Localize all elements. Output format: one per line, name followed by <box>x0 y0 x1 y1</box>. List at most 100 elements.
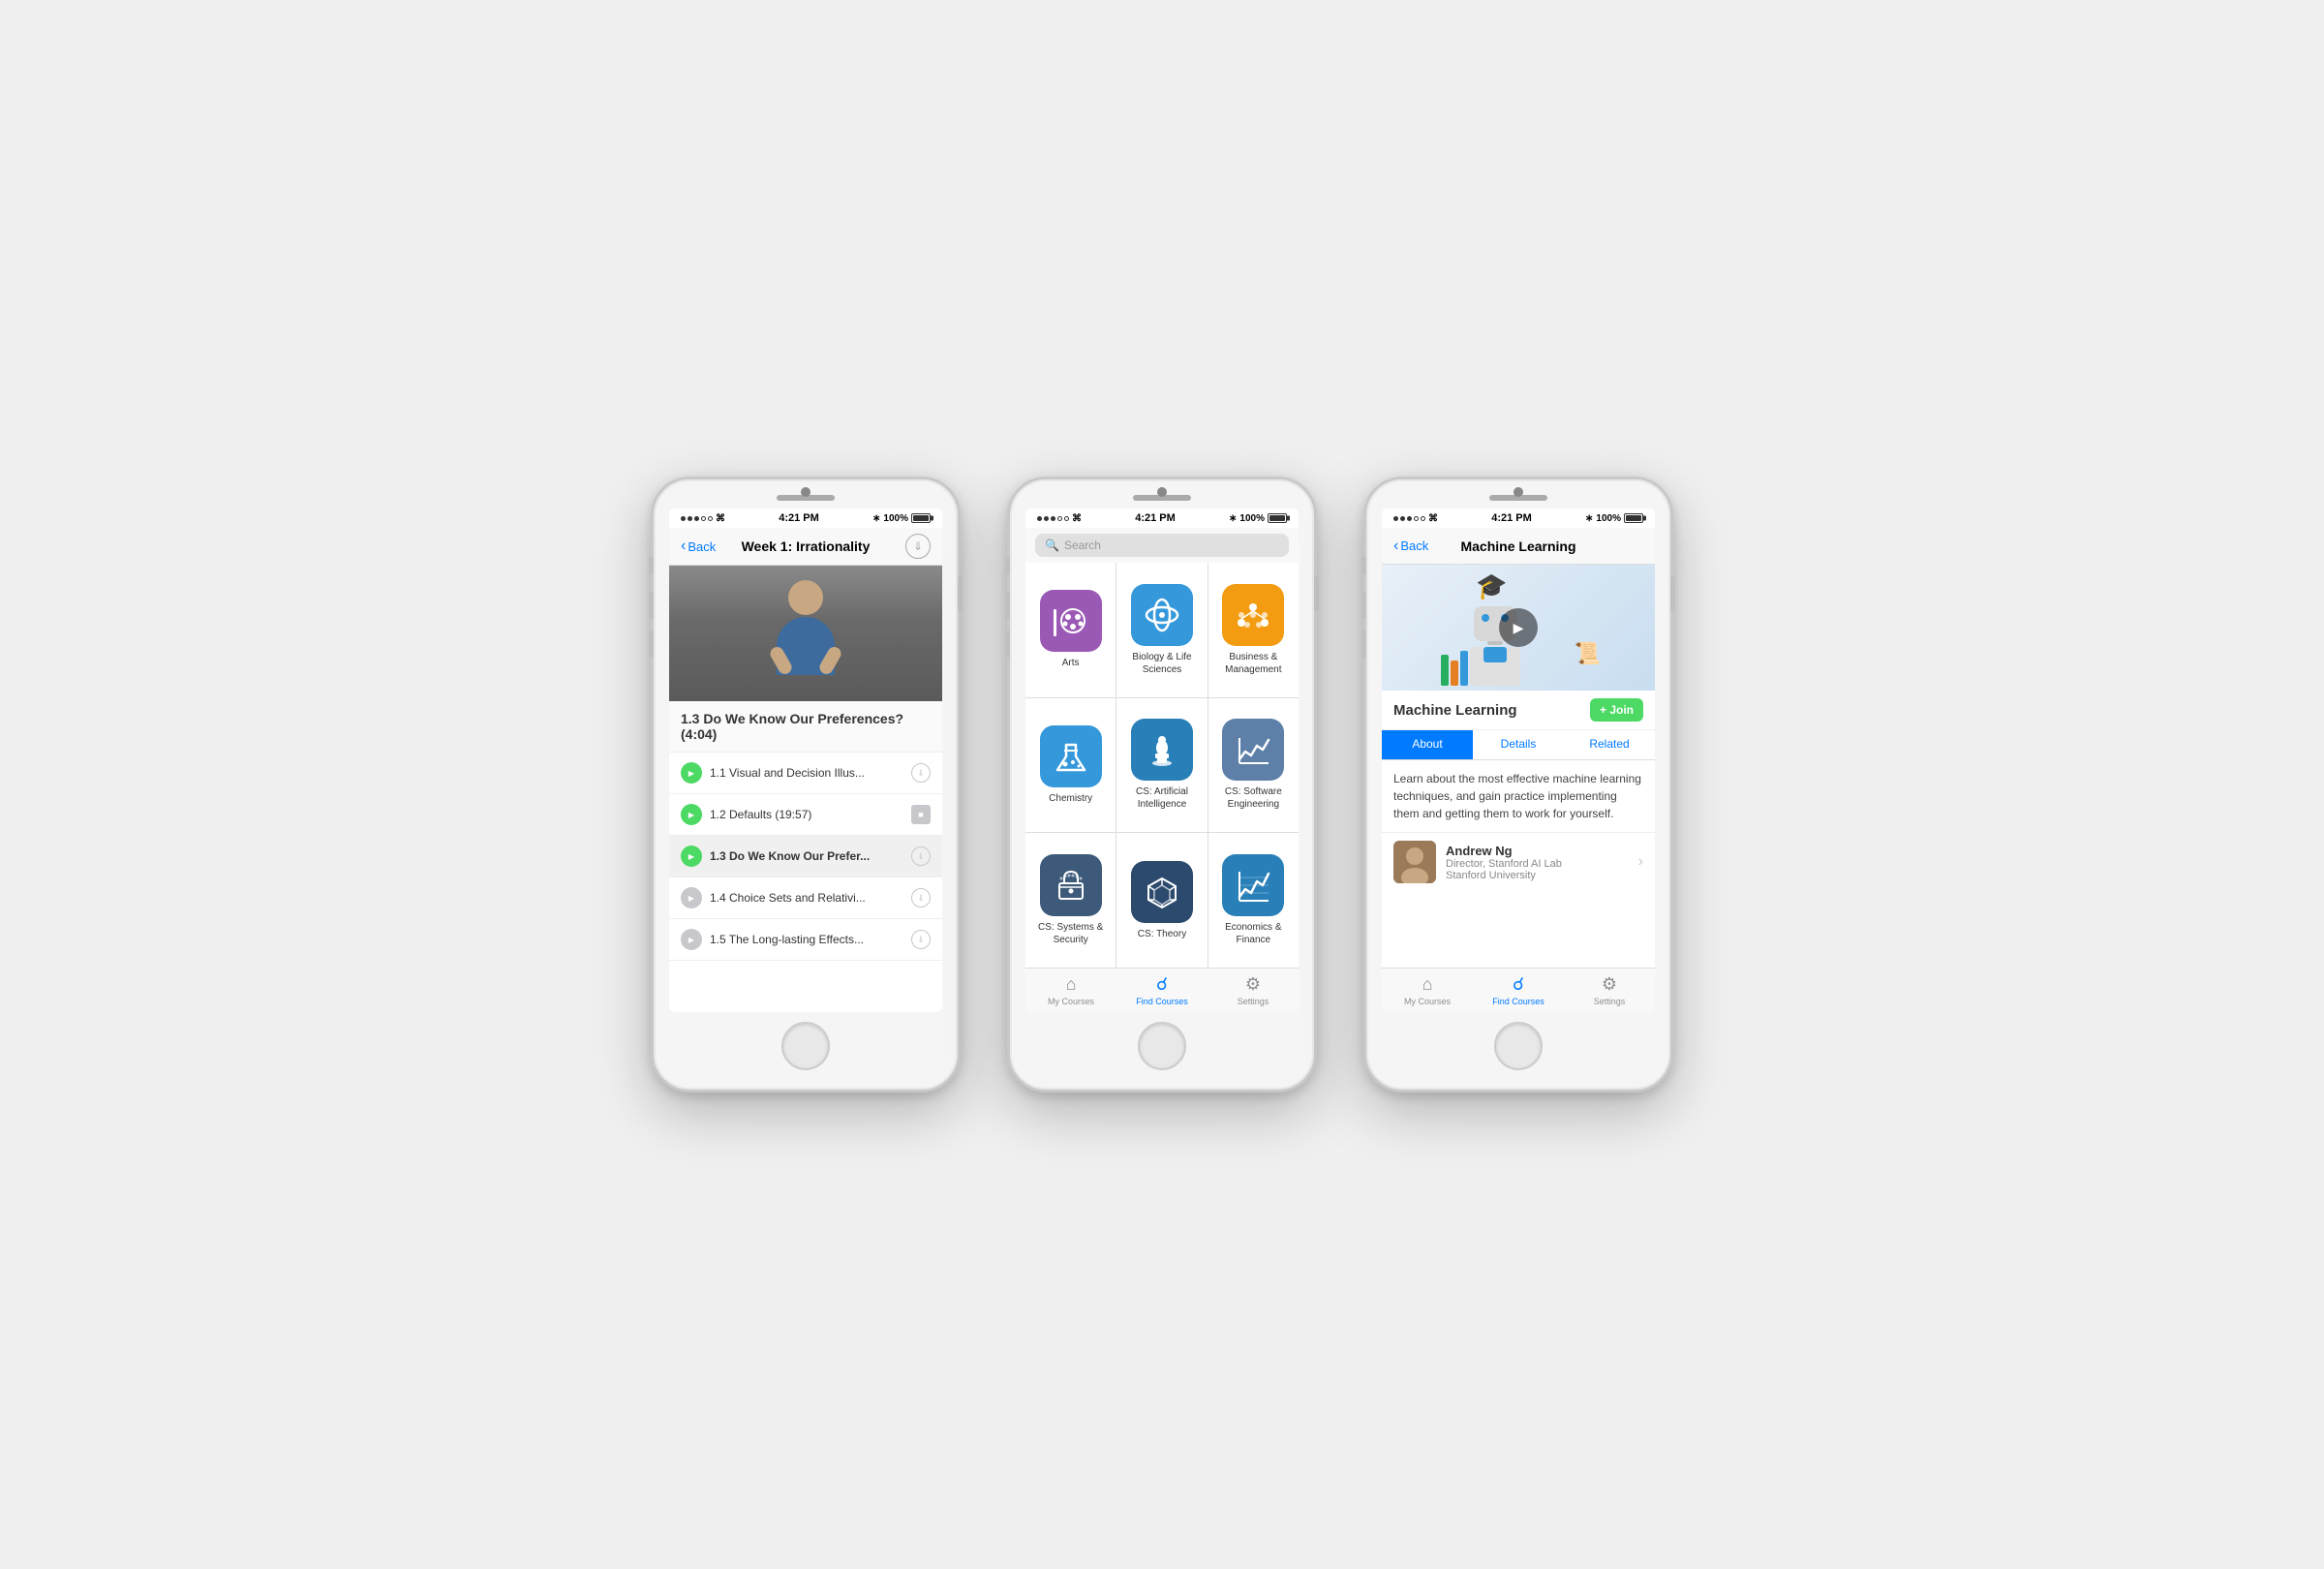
download-icon-3[interactable]: ⇓ <box>911 846 931 866</box>
related-tab-label: Related <box>1589 737 1629 751</box>
download-icon-2[interactable]: ■ <box>911 805 931 824</box>
category-econ[interactable]: Economics & Finance <box>1208 833 1299 968</box>
find-courses-label: Find Courses <box>1136 997 1188 1006</box>
biz-svg <box>1234 596 1272 634</box>
home-button-2[interactable] <box>1138 1022 1186 1070</box>
dot4-2 <box>1057 516 1062 521</box>
gear-icon-3: ⚙ <box>1602 974 1617 995</box>
power-button <box>958 576 963 611</box>
lecture-text-3: 1.3 Do We Know Our Prefer... <box>710 849 903 863</box>
right-arm <box>817 645 843 677</box>
category-ai[interactable]: CS: Artificial Intelligence <box>1116 698 1207 833</box>
speaker-2 <box>1133 495 1191 501</box>
play-icon-3: ▶ <box>681 846 702 867</box>
category-arts[interactable]: Arts <box>1025 563 1116 697</box>
status-bar: ⌘ 4:21 PM ∗ 100% <box>669 508 942 528</box>
dot4 <box>701 516 706 521</box>
hero-illustration: 🎓 📜 ▶ <box>1431 569 1605 686</box>
lecture-text-1: 1.1 Visual and Decision Illus... <box>710 766 903 780</box>
home-button-3[interactable] <box>1494 1022 1543 1070</box>
econ-icon-box <box>1222 854 1284 916</box>
wifi-icon-2: ⌘ <box>1072 513 1082 524</box>
join-button[interactable]: + Join <box>1590 698 1643 722</box>
book-green <box>1441 655 1449 686</box>
category-biz[interactable]: Business & Management <box>1208 563 1299 697</box>
tab-related[interactable]: Related <box>1564 730 1655 759</box>
lecture-item[interactable]: ▶ 1.5 The Long-lasting Effects... ⇓ <box>669 919 942 961</box>
mute-button-3 <box>1361 557 1366 574</box>
mute-button <box>649 557 654 574</box>
books <box>1441 651 1468 686</box>
play-overlay[interactable]: ▶ <box>1499 608 1538 647</box>
download-icon-1[interactable]: ⇓ <box>911 763 931 783</box>
tab-details[interactable]: Details <box>1473 730 1564 759</box>
robot-mouth <box>1487 641 1503 645</box>
mute-button-2 <box>1005 557 1010 574</box>
tab-find-courses[interactable]: ☌ Find Courses <box>1116 972 1208 1008</box>
book-orange <box>1451 661 1458 686</box>
nav-title-1: Week 1: Irrationality <box>739 538 872 554</box>
vol-up-2 <box>1005 592 1010 619</box>
course-hero: 🎓 📜 ▶ <box>1382 565 1655 691</box>
speaker <box>777 495 835 501</box>
econ-svg <box>1234 866 1272 905</box>
bluetooth-icon: ∗ <box>872 513 880 524</box>
battery-icon-2 <box>1268 513 1287 523</box>
dot5 <box>708 516 713 521</box>
volume-buttons <box>649 557 654 658</box>
instructor-silhouette <box>767 580 844 687</box>
gear-icon: ⚙ <box>1245 974 1261 995</box>
bio-icon-box <box>1131 584 1193 646</box>
category-sys[interactable]: CS: Systems & Security <box>1025 833 1116 968</box>
download-icon-4[interactable]: ⇓ <box>911 888 931 908</box>
lecture-item[interactable]: ▶ 1.2 Defaults (19:57) ■ <box>669 794 942 836</box>
status-bar-2: ⌘ 4:21 PM ∗ 100% <box>1025 508 1299 528</box>
biz-label: Business & Management <box>1213 651 1294 676</box>
dot1 <box>681 516 686 521</box>
instructor-info: Andrew Ng Director, Stanford AI Lab Stan… <box>1446 844 1629 881</box>
nav-title-3: Machine Learning <box>1452 538 1585 554</box>
phone3: ⌘ 4:21 PM ∗ 100% ‹ Back Machine Learning <box>1363 477 1673 1092</box>
sys-svg <box>1052 866 1090 905</box>
category-chem[interactable]: Chemistry <box>1025 698 1116 833</box>
status-right: ∗ 100% <box>872 513 931 524</box>
dot1-3 <box>1393 516 1398 521</box>
back-button-3[interactable]: ‹ Back <box>1393 538 1452 555</box>
lecture-item[interactable]: ▶ 1.4 Choice Sets and Relativi... ⇓ <box>669 877 942 919</box>
download-icon-5[interactable]: ⇓ <box>911 930 931 949</box>
status-left-2: ⌘ <box>1037 513 1082 524</box>
dot4-3 <box>1414 516 1419 521</box>
dot2-3 <box>1400 516 1405 521</box>
robot-torso <box>1470 647 1520 686</box>
power-button-3 <box>1670 576 1675 611</box>
lecture-item-active[interactable]: ▶ 1.3 Do We Know Our Prefer... ⇓ <box>669 836 942 877</box>
tab-my-courses-3[interactable]: ⌂ My Courses <box>1382 972 1473 1008</box>
back-button[interactable]: ‹ Back <box>681 538 739 555</box>
lecture-item[interactable]: ▶ 1.1 Visual and Decision Illus... ⇓ <box>669 753 942 794</box>
lecture-text-2: 1.2 Defaults (19:57) <box>710 808 903 821</box>
category-se[interactable]: CS: Software Engineering <box>1208 698 1299 833</box>
play-icon-2: ▶ <box>681 804 702 825</box>
diploma-icon: 📜 <box>1575 641 1601 666</box>
tab-find-courses-3[interactable]: ☌ Find Courses <box>1473 972 1564 1008</box>
search-input-box[interactable]: 🔍 Search <box>1035 534 1289 557</box>
find-courses-label-3: Find Courses <box>1492 997 1544 1006</box>
category-theory[interactable]: CS: Theory <box>1116 833 1207 968</box>
tab-settings[interactable]: ⚙ Settings <box>1208 972 1299 1008</box>
tab-settings-3[interactable]: ⚙ Settings <box>1564 972 1655 1008</box>
bio-label: Biology & Life Sciences <box>1121 651 1202 676</box>
instructor-university: Stanford University <box>1446 870 1629 881</box>
bio-svg <box>1143 596 1181 634</box>
phone1-screen: ⌘ 4:21 PM ∗ 100% ‹ Back Week 1: Irration… <box>669 508 942 1012</box>
ai-label: CS: Artificial Intelligence <box>1121 785 1202 811</box>
status-time-2: 4:21 PM <box>1135 512 1176 524</box>
download-nav-icon[interactable]: ⇓ <box>905 534 931 559</box>
tab-about[interactable]: About <box>1382 730 1473 759</box>
tab-my-courses[interactable]: ⌂ My Courses <box>1025 972 1116 1008</box>
bluetooth-icon-2: ∗ <box>1229 513 1237 524</box>
battery-icon-3 <box>1624 513 1643 523</box>
home-icon-3: ⌂ <box>1422 974 1433 995</box>
category-bio[interactable]: Biology & Life Sciences <box>1116 563 1207 697</box>
instructor-row[interactable]: Andrew Ng Director, Stanford AI Lab Stan… <box>1382 833 1655 891</box>
home-button[interactable] <box>781 1022 830 1070</box>
